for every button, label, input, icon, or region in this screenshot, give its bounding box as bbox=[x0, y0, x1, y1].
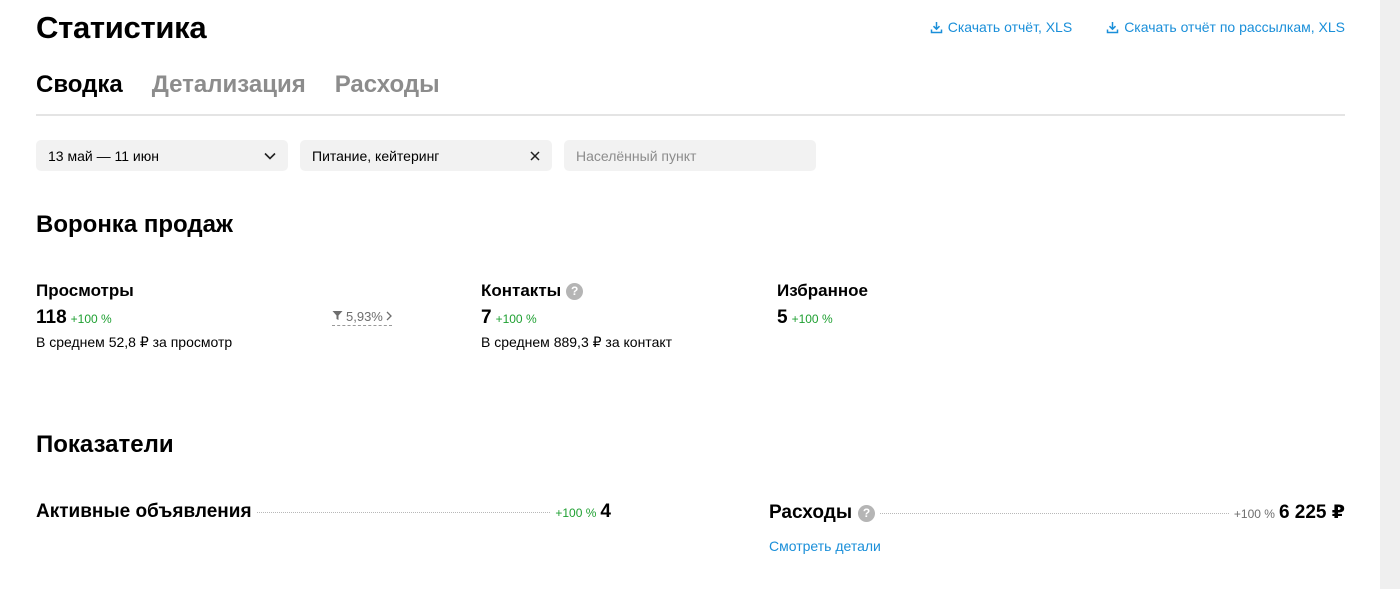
dotted-leader bbox=[256, 512, 551, 513]
download-icon bbox=[1106, 21, 1119, 34]
active-ads-metric: Активные объявления +100 % 4 bbox=[36, 501, 611, 523]
active-ads-label: Активные объявления bbox=[36, 501, 252, 522]
favorites-value: 5 bbox=[777, 307, 788, 328]
tab-expenses[interactable]: Расходы bbox=[335, 70, 440, 114]
download-icon bbox=[930, 21, 943, 34]
views-growth: +100 % bbox=[70, 312, 112, 326]
download-links: Скачать отчёт, XLS Скачать отчёт по расс… bbox=[930, 19, 1345, 35]
contacts-average: В среднем 889,3 ₽ за контакт bbox=[481, 334, 673, 350]
contacts-value: 7 bbox=[481, 307, 492, 328]
funnel-icon bbox=[332, 309, 343, 324]
download-report-xls-link[interactable]: Скачать отчёт, XLS bbox=[930, 19, 1072, 35]
expenses-label: Расходы bbox=[769, 502, 853, 523]
filter-bar: 13 май — 11 июн Питание, кейтеринг Насел… bbox=[36, 140, 816, 171]
favorites-label: Избранное bbox=[777, 281, 868, 300]
active-ads-value: 4 bbox=[600, 501, 611, 522]
active-ads-growth: +100 % bbox=[555, 506, 597, 520]
expenses-growth: +100 % bbox=[1233, 507, 1275, 521]
download-report-xls-label: Скачать отчёт, XLS bbox=[947, 19, 1073, 35]
category-select[interactable]: Питание, кейтеринг bbox=[300, 140, 552, 171]
period-select[interactable]: 13 май — 11 июн bbox=[36, 140, 288, 171]
expenses-metric: Расходы ? +100 % 6 225 ₽ bbox=[769, 501, 1345, 524]
download-mailing-report-xls-link[interactable]: Скачать отчёт по рассылкам, XLS bbox=[1106, 19, 1345, 35]
help-icon[interactable]: ? bbox=[566, 282, 584, 300]
contacts-label: Контакты bbox=[481, 281, 562, 300]
views-average: В среднем 52,8 ₽ за просмотр bbox=[36, 334, 233, 350]
chevron-right-icon bbox=[386, 309, 392, 324]
favorites-growth: +100 % bbox=[791, 312, 833, 326]
contacts-growth: +100 % bbox=[495, 312, 537, 326]
category-value: Питание, кейтеринг bbox=[312, 147, 440, 164]
chevron-down-icon bbox=[264, 152, 276, 160]
funnel-favorites: Избранное 5 +100 % bbox=[777, 281, 868, 329]
scrollbar-track[interactable] bbox=[1380, 0, 1400, 589]
download-mailing-report-xls-label: Скачать отчёт по рассылкам, XLS bbox=[1124, 19, 1345, 35]
tab-bar: Сводка Детализация Расходы bbox=[36, 70, 1345, 116]
help-icon[interactable]: ? bbox=[858, 504, 876, 522]
dotted-leader bbox=[880, 513, 1229, 514]
views-label: Просмотры bbox=[36, 281, 134, 300]
funnel-views: Просмотры 118 +100 % В среднем 52,8 ₽ за… bbox=[36, 281, 232, 351]
metrics-title: Показатели bbox=[36, 431, 174, 458]
close-icon[interactable] bbox=[530, 150, 540, 161]
expenses-value: 6 225 ₽ bbox=[1278, 502, 1345, 523]
funnel-contacts: Контакты ? 7 +100 % В среднем 889,3 ₽ за… bbox=[481, 281, 672, 351]
tab-details[interactable]: Детализация bbox=[152, 70, 306, 114]
tab-summary[interactable]: Сводка bbox=[36, 70, 123, 114]
sales-funnel-title: Воронка продаж bbox=[36, 211, 233, 238]
conversion-rate-link[interactable]: 5,93% bbox=[332, 309, 392, 326]
statistics-page: Статистика Скачать отчёт, XLS Скачать от… bbox=[36, 0, 1345, 589]
conversion-value: 5,93% bbox=[346, 309, 383, 324]
period-value: 13 май — 11 июн bbox=[48, 147, 159, 164]
page-title: Статистика bbox=[36, 10, 207, 45]
view-details-link[interactable]: Смотреть детали bbox=[769, 538, 881, 554]
location-placeholder: Населённый пункт bbox=[576, 147, 697, 164]
location-input[interactable]: Населённый пункт bbox=[564, 140, 816, 171]
views-value: 118 bbox=[36, 307, 67, 328]
